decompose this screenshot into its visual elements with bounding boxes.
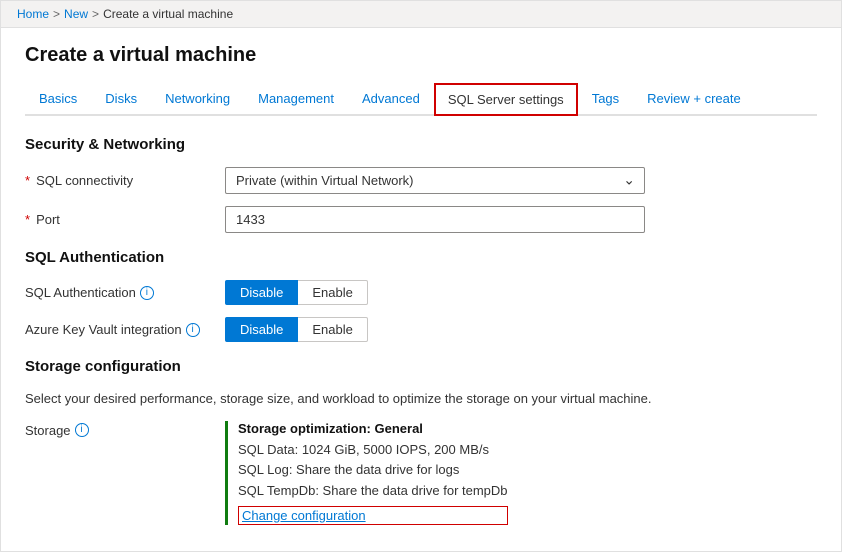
sql-auth-info-icon[interactable]: i [140,286,154,300]
storage-value-block: Storage optimization: General SQL Data: … [238,421,508,525]
port-control [225,206,645,233]
sql-auth-toggle-group: Disable Enable [225,280,645,305]
storage-green-bar [225,421,228,525]
port-row: * Port [25,206,817,233]
sql-connectivity-select-wrapper[interactable]: Private (within Virtual Network) [225,167,645,194]
tab-sql-server-settings[interactable]: SQL Server settings [434,83,578,116]
sql-connectivity-required: * [25,173,30,188]
storage-row: Storage i Storage optimization: General … [25,421,817,525]
sql-connectivity-control: Private (within Virtual Network) [225,167,645,194]
sql-auth-enable-btn[interactable]: Enable [298,280,367,305]
azure-keyvault-row: Azure Key Vault integration i Disable En… [25,317,817,342]
storage-detail-line-0: SQL Data: 1024 GiB, 5000 IOPS, 200 MB/s [238,440,508,461]
port-required: * [25,212,30,227]
sql-auth-toggle: Disable Enable [225,280,645,305]
tab-management[interactable]: Management [244,83,348,116]
change-configuration-link[interactable]: Change configuration [238,506,508,525]
azure-keyvault-disable-btn[interactable]: Disable [225,317,298,342]
azure-keyvault-enable-btn[interactable]: Enable [298,317,367,342]
sql-connectivity-label: * SQL connectivity [25,173,225,188]
breadcrumb-home[interactable]: Home [17,7,49,21]
azure-keyvault-toggle-group: Disable Enable [225,317,645,342]
tab-disks[interactable]: Disks [91,83,151,116]
port-input[interactable] [225,206,645,233]
sql-connectivity-row: * SQL connectivity Private (within Virtu… [25,167,817,194]
page-title: Create a virtual machine [25,44,817,67]
breadcrumb: Home > New > Create a virtual machine [1,1,841,28]
security-networking-title: Security & Networking [25,136,817,153]
breadcrumb-sep-2: > [92,7,99,21]
azure-keyvault-info-icon[interactable]: i [186,323,200,337]
tab-tags[interactable]: Tags [578,83,633,116]
tab-basics[interactable]: Basics [25,83,91,116]
breadcrumb-current: Create a virtual machine [103,7,233,21]
tab-review-create[interactable]: Review + create [633,83,755,116]
azure-keyvault-label: Azure Key Vault integration i [25,322,225,337]
storage-detail-line-2: SQL TempDb: Share the data drive for tem… [238,481,508,502]
storage-config-desc: Select your desired performance, storage… [25,389,817,409]
sql-auth-disable-btn[interactable]: Disable [225,280,298,305]
sql-auth-label: SQL Authentication i [25,285,225,300]
tabs-bar: Basics Disks Networking Management Advan… [25,83,817,116]
sql-auth-section-title: SQL Authentication [25,249,817,266]
sql-auth-row: SQL Authentication i Disable Enable [25,280,817,305]
breadcrumb-new[interactable]: New [64,7,88,21]
storage-detail-line-1: SQL Log: Share the data drive for logs [238,460,508,481]
storage-config-title: Storage configuration [25,358,817,375]
storage-info-icon[interactable]: i [75,423,89,437]
port-label: * Port [25,212,225,227]
tab-networking[interactable]: Networking [151,83,244,116]
breadcrumb-sep-1: > [53,7,60,21]
azure-keyvault-toggle: Disable Enable [225,317,645,342]
storage-label: Storage [25,423,71,438]
tab-advanced[interactable]: Advanced [348,83,434,116]
storage-label-col: Storage i [25,421,225,438]
storage-optimization-title: Storage optimization: General [238,421,508,436]
sql-connectivity-select[interactable]: Private (within Virtual Network) [225,167,645,194]
